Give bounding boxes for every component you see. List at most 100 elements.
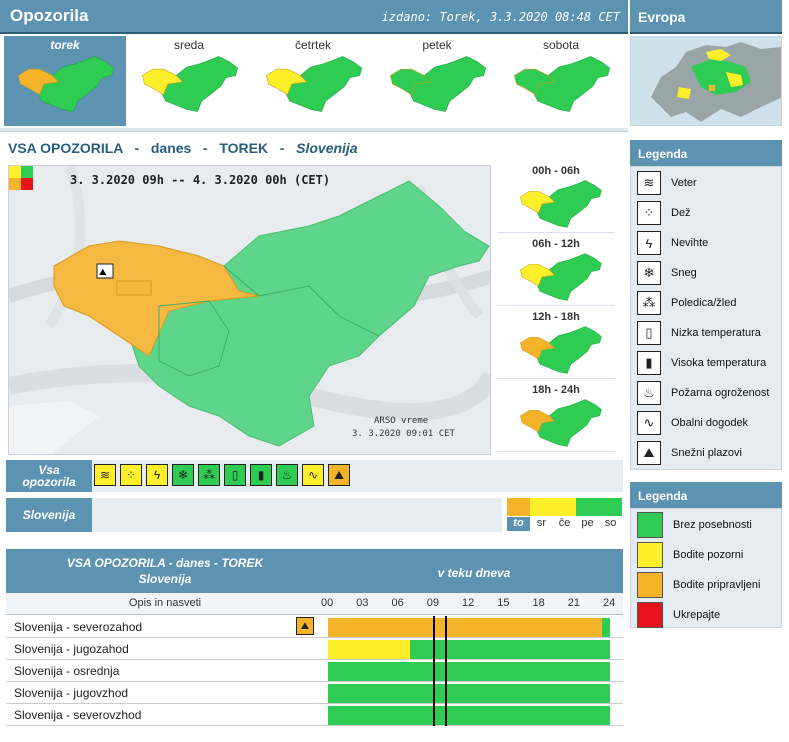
freezing-rain-icon: ⁂ (637, 291, 661, 315)
hour-tick: 18 (532, 597, 545, 609)
day-tab-1[interactable]: sreda (128, 36, 250, 126)
legend-type-label: Nevihte (671, 237, 709, 249)
region-name: Slovenija - severovzhod (14, 708, 142, 722)
current-time-marker (444, 616, 447, 726)
timeline-table-header: VSA OPOZORILA - danes - TOREK Slovenija … (6, 549, 623, 593)
period-map-1[interactable]: 06h - 12h (497, 236, 615, 306)
forecast-swatch[interactable] (553, 498, 576, 516)
legend-type-item: ⁘ Dež (637, 200, 691, 226)
forecast-day-label[interactable]: to (507, 517, 530, 531)
legend-level-label: Bodite pozorni (673, 549, 744, 561)
legend-types: ≋ Veter ⁘ Dež ϟ Nevihte ❄ Sneg ⁂ Poledica/žled ▯ Ni… (630, 166, 782, 470)
day-label: četrtek (294, 38, 331, 52)
all-warnings-label: Vsa opozorila (6, 460, 92, 492)
europe-title: Evropa (638, 9, 686, 25)
title-part: - (134, 140, 151, 156)
avalanche-icon: ⛰ (637, 441, 661, 465)
forecast-day-label[interactable]: sr (530, 517, 553, 531)
forecast-swatch[interactable] (507, 498, 530, 516)
title-part: danes (150, 140, 204, 156)
timeline-segment (328, 618, 602, 637)
rain-icon: ⁘ (637, 201, 661, 225)
region-name: Slovenija - severozahod (14, 620, 143, 634)
timeline-segment (410, 640, 610, 659)
low-temperature-icon[interactable]: ▯ (224, 464, 246, 486)
day-tab-0[interactable]: torek (4, 36, 126, 126)
europe-header[interactable]: Evropa (630, 0, 782, 34)
day-selector: torek sreda četrtek petek sobota (4, 36, 628, 128)
region-name: Slovenija - jugovzhod (14, 686, 129, 700)
legend-type-label: Dež (671, 207, 691, 219)
forecast-day-label[interactable]: so (599, 517, 622, 531)
map-credit: ARSO vreme 3. 3.2020 09:01 CET (352, 415, 455, 441)
period-map-3[interactable]: 18h - 24h (497, 382, 615, 452)
legend-type-label: Sneg (671, 267, 697, 279)
header-bar: Opozorila izdano: Torek, 3.3.2020 08:48 … (0, 0, 628, 34)
rain-icon[interactable]: ⁘ (120, 464, 142, 486)
warnings-title: VSA OPOZORILA - danes - TOREK - Slovenij… (8, 140, 369, 156)
period-map-0[interactable]: 00h - 06h (497, 163, 615, 233)
table-row[interactable]: Slovenija - severovzhod (6, 704, 623, 726)
day-tab-4[interactable]: sobota (500, 36, 622, 126)
slovenia-warning-map[interactable]: ⛰ (8, 165, 491, 455)
day-label: sobota (542, 38, 580, 52)
legend-levels: Brez posebnosti Bodite pozorni Bodite prip… (630, 508, 782, 628)
day-label: torek (50, 38, 80, 52)
legend-level-label: Bodite pripravljeni (673, 579, 761, 591)
legend-level-item: Bodite pripravljeni (637, 572, 760, 598)
period-label: 00h - 06h (532, 165, 580, 177)
avalanche-icon[interactable]: ⛰ (328, 464, 350, 486)
legend-type-label: Visoka temperatura (671, 357, 767, 369)
table-row[interactable]: Slovenija - osrednja (6, 660, 623, 682)
forecast-swatch[interactable] (599, 498, 622, 516)
fire-danger-icon: ♨ (637, 381, 661, 405)
coastal-event-icon: ∿ (637, 411, 661, 435)
legend-type-label: Nizka temperatura (671, 327, 761, 339)
period-label: 06h - 12h (532, 238, 580, 250)
region-name: Slovenija - jugozahod (14, 642, 129, 656)
slovenija-label: Slovenija (6, 498, 92, 532)
region-name: Slovenija - osrednja (14, 664, 120, 678)
legend-type-label: Veter (671, 177, 697, 189)
legend-type-item: ⛰ Snežni plazovi (637, 440, 742, 466)
legend-type-item: ♨ Požarna ogroženost (637, 380, 769, 406)
freezing-rain-icon[interactable]: ⁂ (198, 464, 220, 486)
high-temperature-icon: ▮ (637, 351, 661, 375)
table-row[interactable]: Slovenija - jugovzhod (6, 682, 623, 704)
europe-map-thumbnail[interactable] (630, 36, 782, 126)
table-row[interactable]: Slovenija - jugozahod (6, 638, 623, 660)
legend-level-label: Ukrepajte (673, 609, 721, 621)
high-temperature-icon[interactable]: ▮ (250, 464, 272, 486)
current-time-marker (432, 616, 435, 726)
fire-danger-icon[interactable]: ♨ (276, 464, 298, 486)
thunderstorm-icon[interactable]: ϟ (146, 464, 168, 486)
timeline-segment (328, 706, 610, 725)
coastal-event-icon[interactable]: ∿ (302, 464, 324, 486)
forecast-swatch[interactable] (576, 498, 599, 516)
table-right-title: v teku dneva (437, 566, 511, 580)
table-subheader: Opis in nasveti 00 03 06 09 12 15 18 21 24 (6, 593, 623, 615)
forecast-day-label[interactable]: če (553, 517, 576, 531)
day-tab-3[interactable]: petek (376, 36, 498, 126)
title-part: - (203, 140, 220, 156)
snow-icon[interactable]: ❄ (172, 464, 194, 486)
forecast-day-label[interactable]: pe (576, 517, 599, 531)
period-map-2[interactable]: 12h - 18h (497, 309, 615, 379)
avalanche-icon[interactable]: ⛰ (296, 617, 314, 635)
forecast-swatch[interactable] (530, 498, 553, 516)
legend-level-item: Ukrepajte (637, 602, 720, 628)
period-label: 12h - 18h (532, 311, 580, 323)
wind-icon[interactable]: ≋ (94, 464, 116, 486)
table-row[interactable]: Slovenija - severozahod ⛰ (6, 616, 623, 638)
level-swatch (637, 512, 663, 538)
legend-level-label: Brez posebnosti (673, 519, 752, 531)
legend-type-item: ϟ Nevihte (637, 230, 708, 256)
hour-tick: 15 (497, 597, 510, 609)
all-warnings-text: Vsa opozorila (22, 463, 76, 489)
legend-type-label: Snežni plazovi (671, 447, 742, 459)
column-label: Opis in nasveti (128, 597, 202, 609)
legend-type-item: ⁂ Poledica/žled (637, 290, 736, 316)
day-tab-2[interactable]: četrtek (252, 36, 374, 126)
hour-tick: 03 (356, 597, 369, 609)
legend-type-label: Poledica/žled (671, 297, 737, 309)
